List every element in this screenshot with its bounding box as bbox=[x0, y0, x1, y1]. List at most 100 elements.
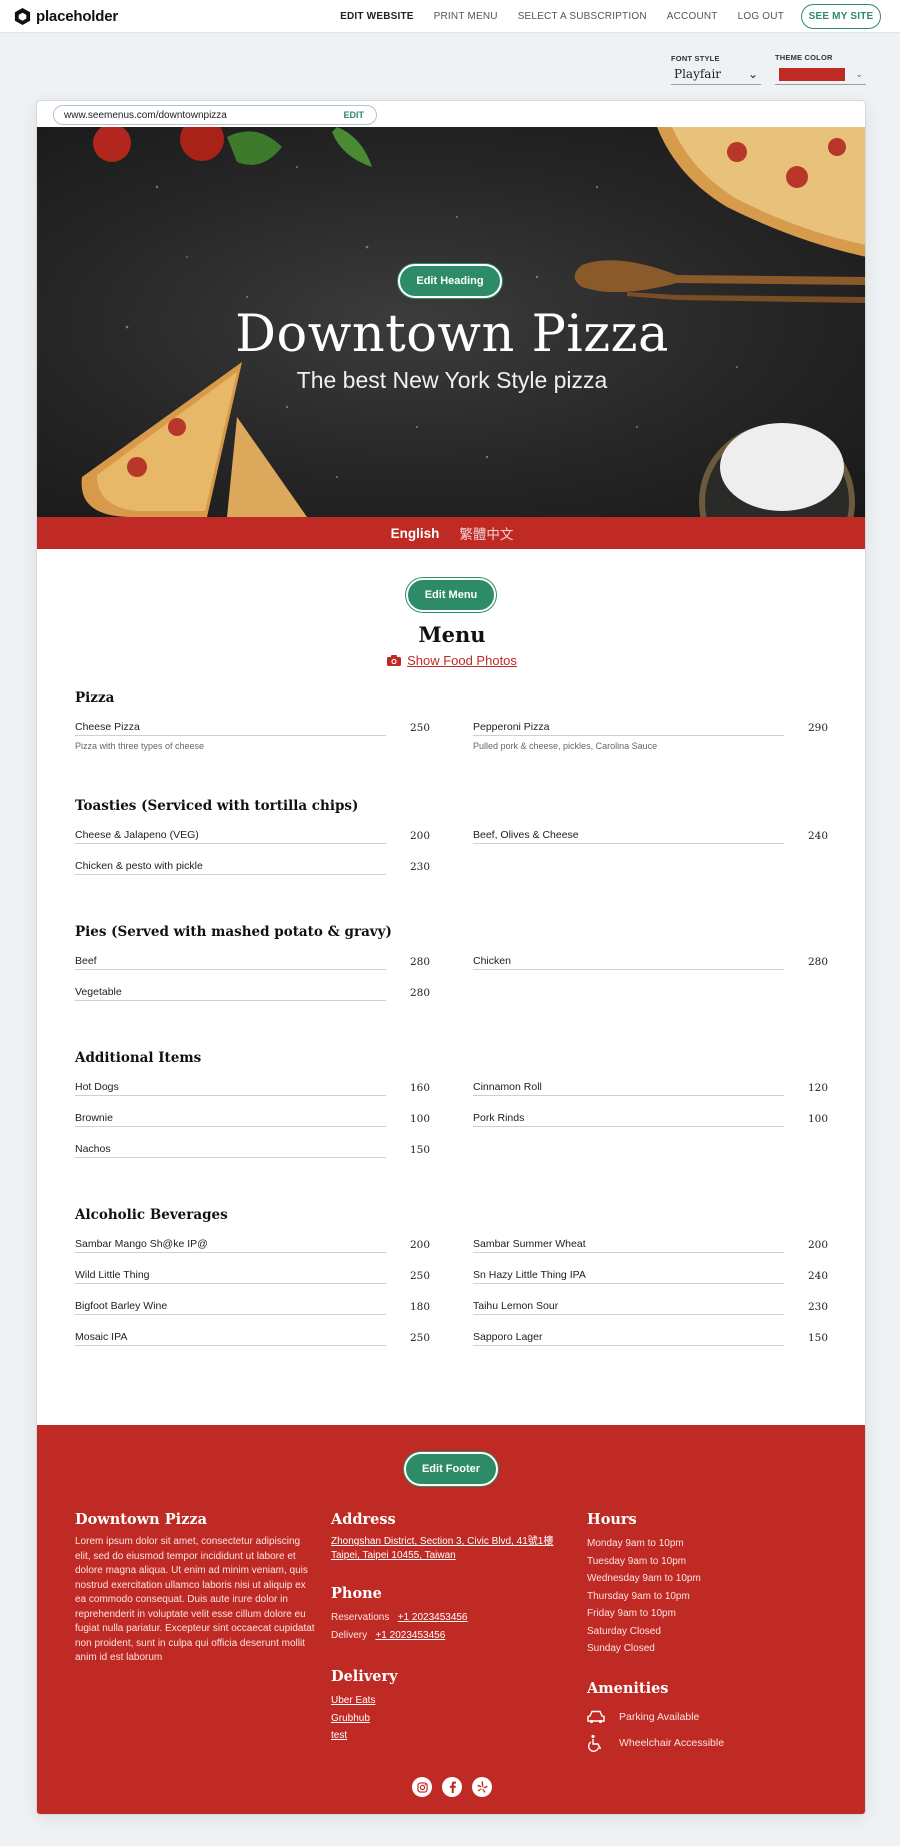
menu-item: Cinnamon Roll 120 bbox=[473, 1078, 828, 1096]
theme-color-select[interactable]: ⌄ bbox=[775, 64, 866, 85]
menu-item: Brownie 100 bbox=[75, 1109, 430, 1127]
menu-item-name: Brownie bbox=[75, 1112, 386, 1127]
menu-item-name: Pepperoni Pizza bbox=[473, 721, 784, 736]
nav-account[interactable]: ACCOUNT bbox=[667, 11, 718, 22]
amenity-wheelchair: Wheelchair Accessible bbox=[587, 1730, 827, 1756]
footer-about-text: Lorem ipsum dolor sit amet, consectetur … bbox=[75, 1536, 315, 1663]
nav-select-subscription[interactable]: SELECT A SUBSCRIPTION bbox=[518, 11, 647, 22]
footer-phone-title: Phone bbox=[331, 1585, 382, 1602]
footer-about-title: Downtown Pizza bbox=[75, 1511, 207, 1528]
delivery-link-grubhub[interactable]: Grubhub bbox=[331, 1710, 571, 1728]
menu-item-name: Chicken & pesto with pickle bbox=[75, 860, 386, 875]
menu-item: Sn Hazy Little Thing IPA 240 bbox=[473, 1266, 828, 1284]
menu-item-name: Vegetable bbox=[75, 986, 386, 1001]
hero-subtitle: The best New York Style pizza bbox=[296, 367, 608, 393]
font-style-select[interactable]: Playfair ⌄ bbox=[671, 64, 761, 85]
menu-item-price: 250 bbox=[409, 722, 430, 734]
menu-item: Beef 280 bbox=[75, 952, 430, 970]
menu-item-name: Chicken bbox=[473, 955, 784, 970]
hours-line: Wednesday 9am to 10pm bbox=[587, 1573, 701, 1584]
menu-item-name: Sambar Summer Wheat bbox=[473, 1238, 784, 1253]
instagram-icon[interactable] bbox=[412, 1777, 432, 1797]
reservations-phone-link[interactable]: +1 2023453456 bbox=[398, 1612, 468, 1623]
footer-address-line[interactable]: Taipei, Taipei 10455, Taiwan bbox=[331, 1549, 571, 1563]
menu-item: Taihu Lemon Sour 230 bbox=[473, 1297, 828, 1315]
logo-icon bbox=[14, 7, 31, 26]
menu-item: Bigfoot Barley Wine 180 bbox=[75, 1297, 430, 1315]
menu-item-price: 160 bbox=[409, 1082, 430, 1094]
hours-line: Tuesday 9am to 10pm bbox=[587, 1555, 687, 1567]
theme-color-label: THEME COLOR bbox=[775, 53, 833, 62]
menu-item-price: 200 bbox=[807, 1239, 828, 1251]
nav-print-menu[interactable]: PRINT MENU bbox=[434, 11, 498, 22]
amenity-label: Wheelchair Accessible bbox=[619, 1736, 725, 1749]
nav-edit-website[interactable]: EDIT WEBSITE bbox=[340, 11, 414, 22]
hours-line: Sunday Closed bbox=[587, 1643, 655, 1654]
menu-item: Cheese Pizza 250 Pizza with three types o… bbox=[75, 718, 430, 751]
menu-title: Menu bbox=[418, 622, 486, 647]
hours-line: Friday 9am to 10pm bbox=[587, 1608, 676, 1619]
menu-item: Vegetable 280 bbox=[75, 983, 430, 1001]
menu-item-price: 240 bbox=[807, 1270, 828, 1282]
delivery-link-test[interactable]: test bbox=[331, 1727, 571, 1745]
menu-item: Cheese & Jalapeno (VEG) 200 bbox=[75, 826, 430, 844]
chevron-down-icon: ⌄ bbox=[855, 68, 863, 79]
menu-item-price: 100 bbox=[409, 1113, 430, 1125]
show-food-photos[interactable]: Show Food Photos bbox=[37, 653, 865, 668]
delivery-link-uber-eats[interactable]: Uber Eats bbox=[331, 1692, 571, 1710]
menu-section-title: Pies (Served with mashed potato & gravy) bbox=[75, 924, 392, 940]
footer-amenities-title: Amenities bbox=[587, 1679, 669, 1697]
menu-item: Sambar Summer Wheat 200 bbox=[473, 1235, 828, 1253]
wheelchair-icon bbox=[587, 1734, 602, 1752]
chevron-down-icon: ⌄ bbox=[747, 67, 758, 81]
footer-delivery-phone: Delivery +1 2023453456 bbox=[331, 1627, 571, 1645]
menu-section-title: Alcoholic Beverages bbox=[75, 1207, 228, 1223]
menu-item-description: Pizza with three types of cheese bbox=[75, 741, 205, 751]
lang-english[interactable]: English bbox=[391, 526, 440, 541]
facebook-icon[interactable] bbox=[442, 1777, 462, 1797]
edit-menu-button[interactable]: Edit Menu bbox=[406, 578, 496, 612]
menu-section-title: Toasties (Serviced with tortilla chips) bbox=[75, 798, 359, 814]
menu-item-price: 250 bbox=[409, 1332, 430, 1344]
theme-color-swatch bbox=[779, 67, 845, 81]
show-food-photos-link[interactable]: Show Food Photos bbox=[407, 653, 517, 668]
hero-banner: Edit Heading Downtown Pizza The best New… bbox=[37, 127, 865, 517]
lang-traditional-chinese[interactable]: 繁體中文 bbox=[459, 523, 513, 543]
menu-item-price: 180 bbox=[409, 1301, 430, 1313]
edit-heading-button[interactable]: Edit Heading bbox=[398, 264, 502, 298]
footer-delivery-title: Delivery bbox=[331, 1668, 398, 1685]
menu-item-name: Mosaic IPA bbox=[75, 1331, 386, 1346]
nav-log-out[interactable]: LOG OUT bbox=[738, 11, 784, 22]
reservations-label: Reservations bbox=[331, 1612, 390, 1623]
menu-item: Sapporo Lager 150 bbox=[473, 1328, 828, 1346]
see-my-site-button[interactable]: SEE MY SITE bbox=[801, 4, 881, 29]
menu-item-name: Sn Hazy Little Thing IPA bbox=[473, 1269, 784, 1284]
footer-address-title: Address bbox=[331, 1511, 396, 1528]
menu-item: Nachos 150 bbox=[75, 1140, 430, 1158]
delivery-phone-link[interactable]: +1 2023453456 bbox=[375, 1630, 445, 1641]
yelp-icon[interactable] bbox=[472, 1777, 492, 1797]
footer-hours-title: Hours bbox=[587, 1511, 637, 1528]
car-icon bbox=[587, 1710, 605, 1723]
menu-item-name: Bigfoot Barley Wine bbox=[75, 1300, 386, 1315]
footer-address-line[interactable]: Zhongshan District, Section 3, Civic Blv… bbox=[331, 1535, 571, 1549]
menu-item-name: Sapporo Lager bbox=[473, 1331, 784, 1346]
menu-item-price: 230 bbox=[409, 861, 430, 873]
hours-line: Thursday 9am to 10pm bbox=[587, 1590, 690, 1602]
menu-item-name: Taihu Lemon Sour bbox=[473, 1300, 784, 1315]
hours-line: Monday 9am to 10pm bbox=[587, 1538, 684, 1549]
footer-contact: Address Zhongshan District, Section 3, C… bbox=[331, 1511, 571, 1745]
top-nav: placeholder EDIT WEBSITE PRINT MENU SELE… bbox=[0, 0, 900, 33]
url-edit-button[interactable]: EDIT bbox=[343, 110, 364, 120]
amenity-label: Parking Available bbox=[619, 1710, 700, 1723]
font-style-value: Playfair bbox=[674, 67, 722, 81]
menu-item-price: 200 bbox=[409, 830, 430, 842]
menu-item-name: Nachos bbox=[75, 1143, 386, 1158]
menu-item-name: Cheese & Jalapeno (VEG) bbox=[75, 829, 386, 844]
footer-about: Downtown Pizza Lorem ipsum dolor sit ame… bbox=[75, 1511, 317, 1666]
brand-logo[interactable]: placeholder bbox=[13, 7, 118, 26]
edit-footer-button[interactable]: Edit Footer bbox=[404, 1452, 498, 1486]
menu-item-price: 200 bbox=[409, 1239, 430, 1251]
delivery-label: Delivery bbox=[331, 1629, 368, 1641]
url-bar: www.seemenus.com/downtownpizza EDIT bbox=[53, 105, 377, 125]
